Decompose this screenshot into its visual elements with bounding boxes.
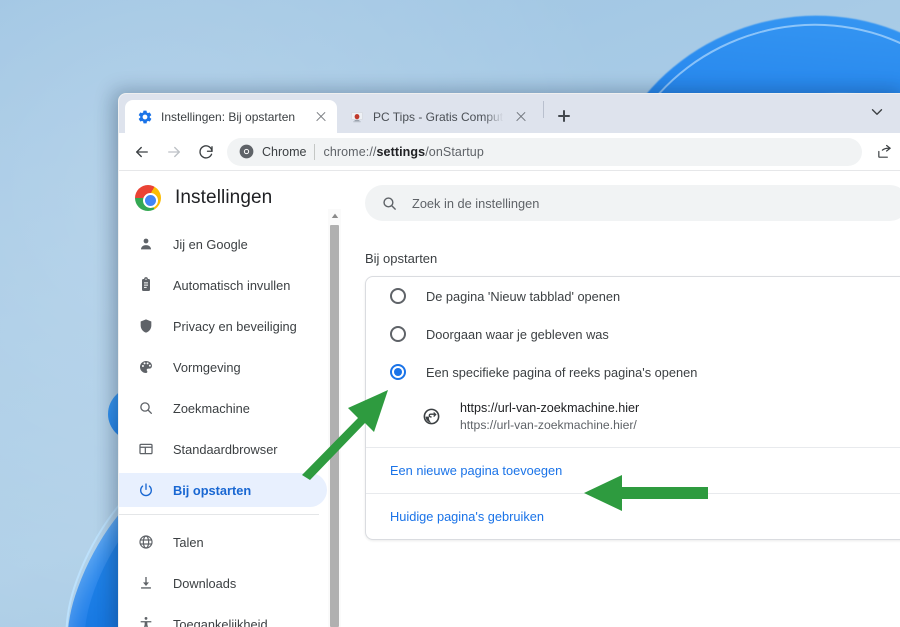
search-icon (381, 195, 398, 212)
search-icon (137, 399, 155, 417)
person-icon (137, 235, 155, 253)
sidebar-item-privacy-en-beveiliging[interactable]: Privacy en beveiliging (119, 309, 327, 343)
back-arrow-icon[interactable] (127, 137, 157, 167)
globe-icon (137, 533, 155, 551)
option-label: De pagina 'Nieuw tabblad' openen (426, 288, 621, 304)
share-icon[interactable] (870, 138, 898, 166)
pc-tips-favicon (349, 109, 365, 125)
specific-page-radio[interactable] (390, 364, 406, 380)
radio-continue-where-left-off[interactable] (390, 326, 406, 342)
sidebar-item-toegankelijkheid[interactable]: Toegankelijkheid (119, 607, 327, 627)
tab-settings[interactable]: Instellingen: Bij opstarten (125, 100, 337, 133)
sidebar-nav-primary: Jij en Google Automatisch invullen Priva… (119, 227, 341, 627)
option-label: Een specifieke pagina of reeks pagina's … (426, 364, 698, 380)
sidebar-item-vormgeving[interactable]: Vormgeving (119, 350, 327, 384)
search-wrapper: Zoek in de instellingen (341, 171, 900, 221)
chrome-logo-icon (135, 185, 161, 211)
scrollbar-thumb[interactable] (330, 225, 339, 627)
omnibox-url-suffix: /onStartup (425, 144, 484, 159)
address-bar[interactable]: Chrome chrome://settings/onStartup (227, 137, 862, 166)
sidebar-item-label: Vormgeving (173, 359, 241, 375)
settings-gear-icon (137, 109, 153, 125)
sidebar-item-label: Bij opstarten (173, 482, 252, 498)
sidebar-item-label: Jij en Google (173, 236, 248, 252)
startup-page-url: https://url-van-zoekmachine.hier/ (460, 418, 637, 433)
close-icon[interactable] (513, 109, 529, 125)
download-icon (137, 574, 155, 592)
settings-page: Instellingen Jij en Google Automatisch i (119, 171, 900, 627)
startup-page-text: https://url-van-zoekmachine.hier https:/… (460, 399, 639, 435)
search-input[interactable]: Zoek in de instellingen (365, 185, 900, 221)
sidebar-item-zoekmachine[interactable]: Zoekmachine (119, 391, 327, 425)
browser-toolbar: Chrome chrome://settings/onStartup (119, 133, 900, 171)
option-continue-where-left-off[interactable]: Doorgaan waar je gebleven was (366, 315, 900, 353)
startup-page-title: https://url-van-zoekmachine.hier (460, 401, 640, 415)
power-icon (137, 481, 155, 499)
startup-page-entry: https://url-van-zoekmachine.hier https:/… (366, 391, 900, 448)
sidebar-item-label: Standaardbrowser (173, 441, 278, 457)
option-specific-pages[interactable]: Een specifieke pagina of reeks pagina's … (366, 353, 900, 391)
sidebar-item-talen[interactable]: Talen (119, 525, 327, 559)
sidebar-item-automatisch-invullen[interactable]: Automatisch invullen (119, 268, 327, 302)
settings-content: Zoek in de instellingen Bij opstarten De… (341, 171, 900, 627)
section-title: Bij opstarten (365, 251, 438, 266)
sidebar-item-label: Privacy en beveiliging (173, 318, 297, 334)
tab-strip: Instellingen: Bij opstarten PC Tips - Gr… (119, 94, 900, 133)
forward-arrow-icon[interactable] (159, 137, 189, 167)
sidebar-item-label: Downloads (173, 575, 237, 591)
browser-window-icon (137, 440, 155, 458)
search-placeholder: Zoek in de instellingen (412, 195, 540, 211)
use-current-pages-link[interactable]: Huidige pagina's gebruiken (366, 494, 900, 539)
sidebar-item-bij-opstarten[interactable]: Bij opstarten (119, 473, 327, 507)
desktop-wallpaper: Instellingen: Bij opstarten PC Tips - Gr… (0, 0, 900, 627)
omnibox-url-bold: settings (376, 144, 426, 159)
tab-title: Instellingen: Bij opstarten (161, 109, 296, 124)
settings-sidebar: Instellingen Jij en Google Automatisch i (119, 171, 341, 627)
chrome-logo-icon (239, 144, 254, 159)
radio-new-tab-page[interactable] (390, 288, 406, 304)
option-new-tab-page[interactable]: De pagina 'Nieuw tabblad' openen (366, 277, 900, 315)
page-title: Instellingen (175, 187, 273, 208)
omnibox-chip-label: Chrome (262, 144, 307, 159)
chevron-down-icon[interactable] (868, 103, 886, 121)
sidebar-item-downloads[interactable]: Downloads (119, 566, 327, 600)
new-tab-button[interactable] (550, 102, 578, 130)
tab-pc-tips[interactable]: PC Tips - Gratis Computer Tips, i (337, 100, 537, 133)
sidebar-item-label: Zoekmachine (173, 400, 250, 416)
reload-icon[interactable] (191, 137, 221, 167)
tab-title: PC Tips - Gratis Computer Tips, i (373, 109, 505, 124)
chrome-browser-window: Instellingen: Bij opstarten PC Tips - Gr… (118, 93, 900, 627)
close-icon[interactable] (313, 109, 329, 125)
option-label: Doorgaan waar je gebleven was (426, 326, 609, 342)
sidebar-item-label: Talen (173, 534, 204, 550)
scroll-up-arrow-icon[interactable] (328, 209, 341, 222)
sidebar-item-jij-en-google[interactable]: Jij en Google (119, 227, 327, 261)
sidebar-scrollbar[interactable] (328, 209, 341, 627)
globe-link-icon (422, 407, 442, 427)
add-new-page-link[interactable]: Een nieuwe pagina toevoegen (366, 448, 900, 494)
palette-icon (137, 358, 155, 376)
startup-options-card: De pagina 'Nieuw tabblad' openen Doorgaa… (365, 276, 900, 540)
tab-separator (543, 101, 544, 118)
sidebar-item-standaardbrowser[interactable]: Standaardbrowser (119, 432, 327, 466)
omnibox-url: chrome://settings/onStartup (323, 145, 483, 159)
sidebar-item-label: Automatisch invullen (173, 277, 291, 293)
settings-brand: Instellingen (119, 171, 341, 227)
omnibox-divider (314, 143, 316, 160)
clipboard-icon (137, 276, 155, 294)
sidebar-item-label: Toegankelijkheid (173, 616, 268, 627)
sidebar-divider (119, 514, 319, 515)
shield-icon (137, 317, 155, 335)
accessibility-icon (137, 615, 155, 627)
omnibox-url-prefix: chrome:// (323, 144, 377, 159)
